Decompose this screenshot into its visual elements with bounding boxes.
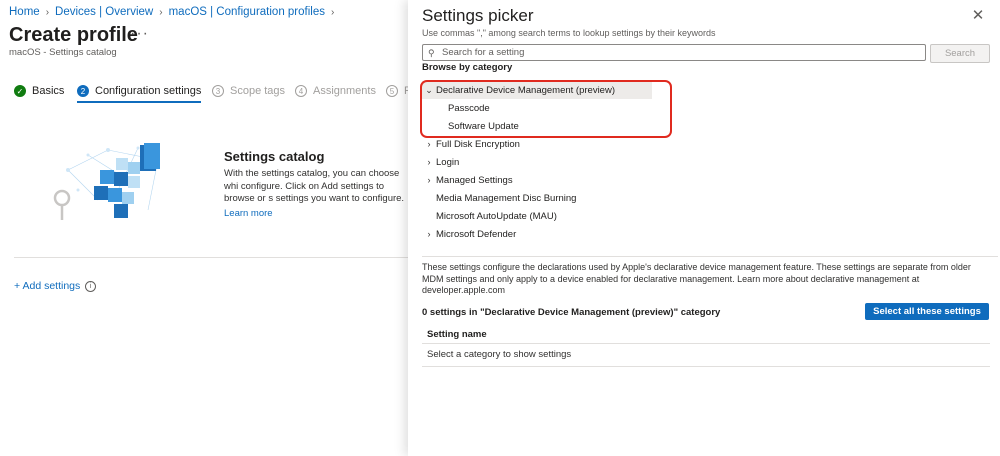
step-number: 2 bbox=[77, 85, 89, 97]
table-empty-message: Select a category to show settings bbox=[422, 345, 990, 367]
chevron-right-icon: › bbox=[427, 157, 431, 167]
step-number: 3 bbox=[212, 85, 224, 97]
catalog-description: With the settings catalog, you can choos… bbox=[224, 168, 405, 204]
category-label: Login bbox=[436, 156, 460, 168]
step-label: Scope tags bbox=[230, 85, 286, 97]
panel-title: Settings picker bbox=[422, 6, 534, 25]
info-icon[interactable]: i bbox=[85, 281, 97, 292]
catalog-title: Settings catalog bbox=[224, 149, 325, 164]
settings-catalog-illustration bbox=[53, 143, 160, 220]
create-profile-page: Home › Devices | Overview › macOS | Configur… bbox=[0, 0, 412, 456]
category-media-management-disc-burning[interactable]: Media Management Disc Burning bbox=[422, 189, 672, 207]
chevron-right-icon: › bbox=[159, 7, 163, 18]
breadcrumb: Home › Devices | Overview › macOS | Configur… bbox=[9, 6, 340, 18]
add-settings-label: + Add settings bbox=[14, 280, 81, 292]
search-input[interactable] bbox=[442, 47, 912, 58]
category-microsoft-autoupdate[interactable]: Microsoft AutoUpdate (MAU) bbox=[422, 207, 672, 225]
step-basics[interactable]: ✓ Basics bbox=[14, 83, 64, 99]
step-label: Configuration settings bbox=[95, 85, 202, 97]
breadcrumb-devices-overview[interactable]: Devices | Overview bbox=[55, 6, 153, 18]
category-label: Full Disk Encryption bbox=[436, 138, 520, 150]
add-settings-button[interactable]: + Add settings i bbox=[14, 280, 97, 292]
table-header-setting-name[interactable]: Setting name bbox=[422, 325, 990, 344]
step-assignments[interactable]: 4 Assignments bbox=[295, 83, 376, 99]
divider bbox=[14, 257, 408, 258]
search-icon: ⚲ bbox=[428, 47, 435, 58]
chevron-right-icon: › bbox=[427, 139, 431, 149]
browse-by-category-label: Browse by category bbox=[422, 62, 513, 73]
category-label: Microsoft AutoUpdate (MAU) bbox=[436, 210, 557, 222]
highlight-annotation bbox=[420, 80, 672, 138]
step-configuration-settings[interactable]: 2 Configuration settings bbox=[77, 83, 202, 103]
step-label: Basics bbox=[32, 85, 65, 97]
check-icon: ✓ bbox=[14, 85, 26, 97]
divider bbox=[422, 256, 998, 257]
breadcrumb-macos-profiles[interactable]: macOS | Configuration profiles bbox=[169, 6, 325, 18]
search-box[interactable]: ⚲ bbox=[422, 44, 926, 61]
page-subtitle: macOS - Settings catalog bbox=[9, 47, 117, 58]
chevron-right-icon: › bbox=[330, 7, 335, 18]
settings-picker-panel: Settings picker ✕ Use commas "," among s… bbox=[408, 0, 1000, 456]
chevron-right-icon: › bbox=[45, 7, 50, 18]
category-label: Managed Settings bbox=[436, 174, 513, 186]
step-number: 4 bbox=[295, 85, 307, 97]
category-label: Microsoft Defender bbox=[436, 228, 517, 240]
learn-more-link[interactable]: Learn more bbox=[224, 208, 273, 219]
search-hint: Use commas "," among search terms to loo… bbox=[422, 28, 716, 38]
chevron-right-icon: › bbox=[427, 229, 431, 239]
close-icon[interactable]: ✕ bbox=[970, 8, 986, 24]
step-label: Assignments bbox=[313, 85, 376, 97]
page-title: Create profile bbox=[9, 24, 138, 46]
more-options-icon[interactable]: ··· bbox=[130, 25, 149, 43]
category-microsoft-defender[interactable]: › Microsoft Defender bbox=[422, 225, 672, 243]
select-all-settings-button[interactable]: Select all these settings bbox=[865, 303, 989, 320]
breadcrumb-home[interactable]: Home bbox=[9, 6, 40, 18]
category-login[interactable]: › Login bbox=[422, 153, 672, 171]
step-number: 5 bbox=[386, 85, 398, 97]
step-scope-tags[interactable]: 3 Scope tags bbox=[212, 83, 285, 99]
category-managed-settings[interactable]: › Managed Settings bbox=[422, 171, 672, 189]
category-label: Media Management Disc Burning bbox=[436, 192, 577, 204]
search-button[interactable]: Search bbox=[930, 44, 990, 63]
settings-count: 0 settings in "Declarative Device Manage… bbox=[422, 307, 721, 318]
category-description: These settings configure the declaration… bbox=[422, 262, 971, 295]
chevron-right-icon: › bbox=[427, 175, 431, 185]
